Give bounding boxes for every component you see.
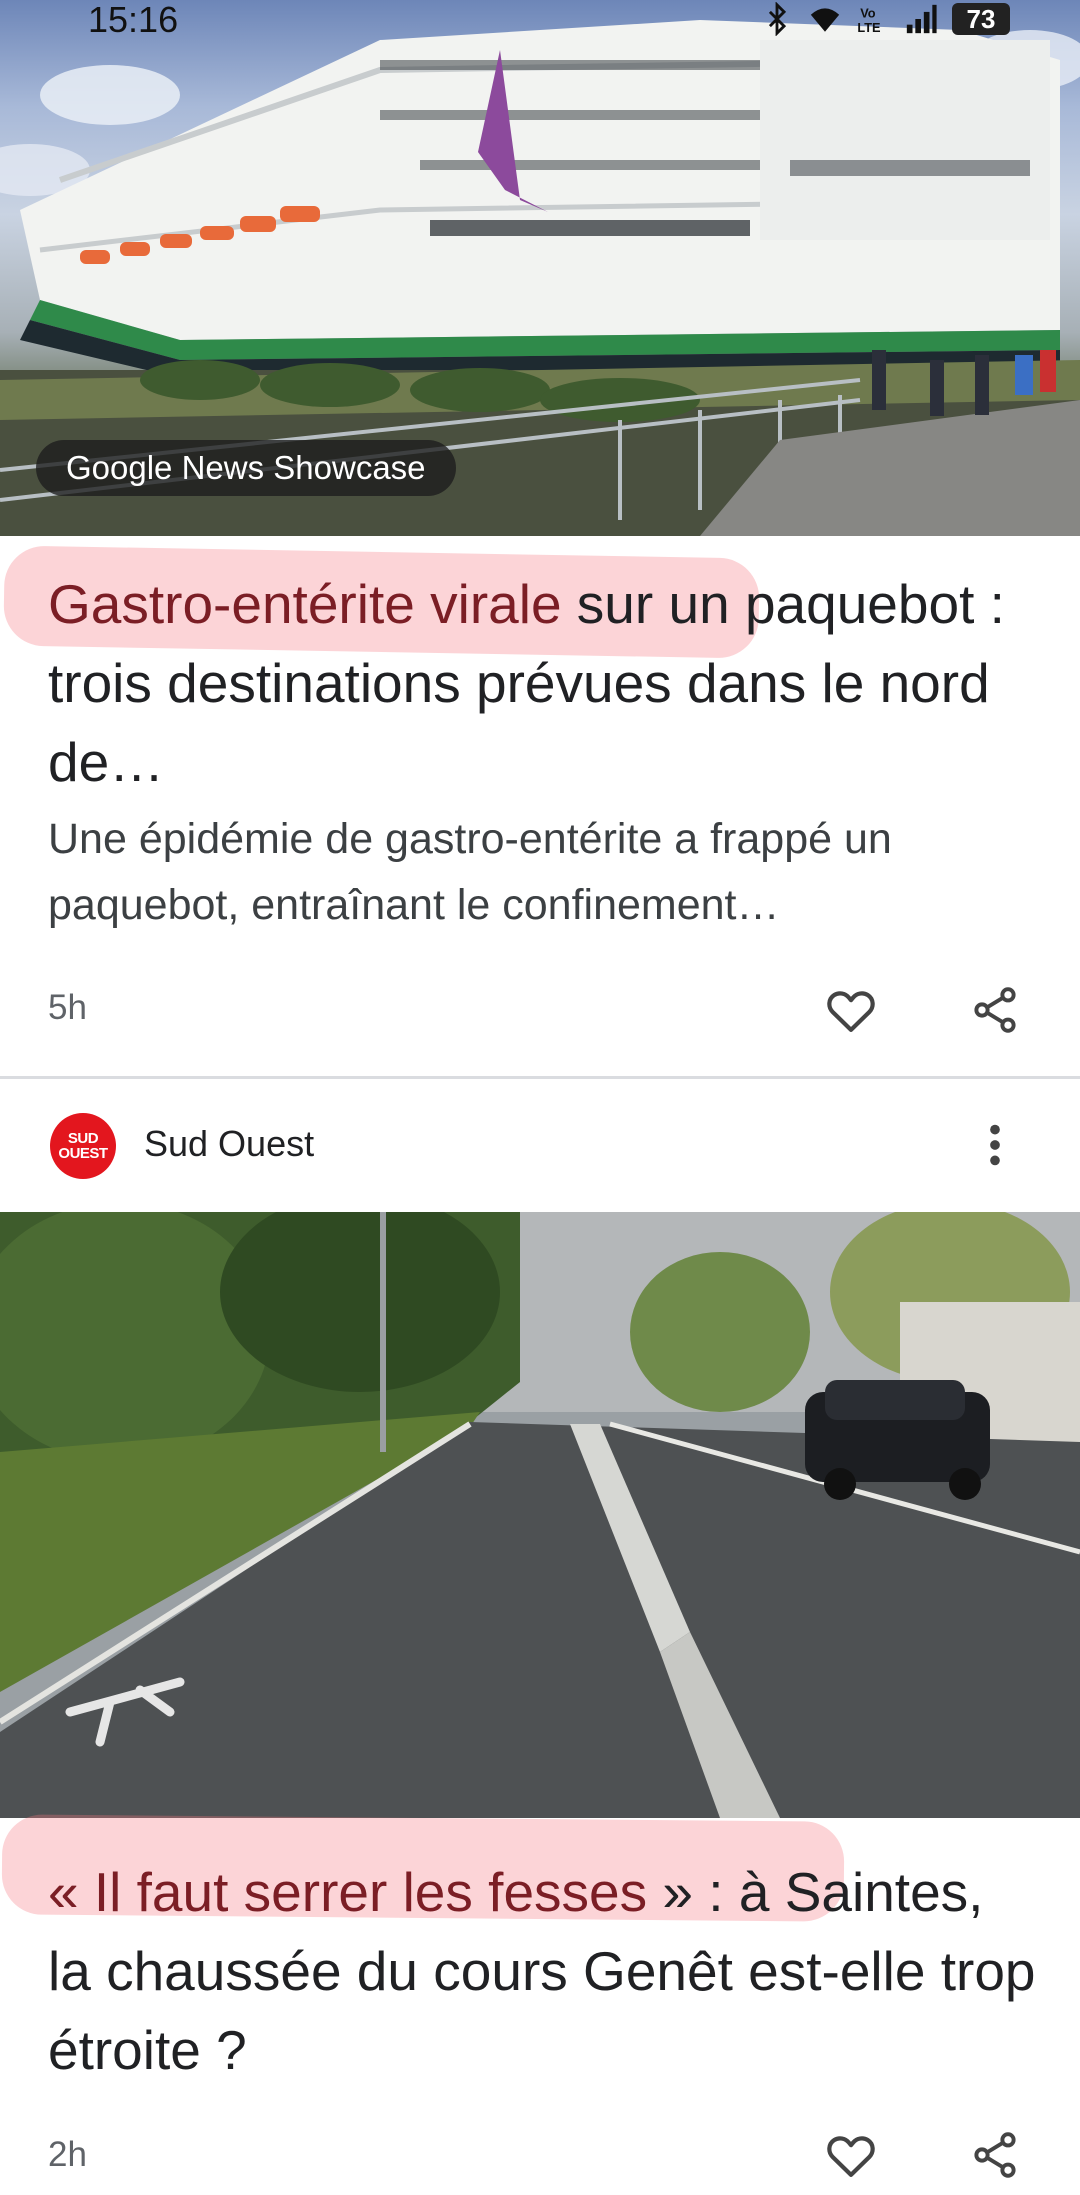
status-time: 15:16 <box>88 0 179 40</box>
share-button[interactable] <box>960 975 1030 1045</box>
svg-text:Vo: Vo <box>860 6 876 21</box>
share-button[interactable] <box>960 2120 1030 2190</box>
like-button[interactable] <box>816 2120 886 2190</box>
article-time: 5h <box>48 988 87 1027</box>
wifi-icon <box>810 8 840 32</box>
bluetooth-icon <box>768 2 787 36</box>
road-illustration <box>0 1212 1080 1818</box>
svg-text:LTE: LTE <box>857 20 880 35</box>
volte-icon: VoLTE <box>857 6 880 35</box>
status-icons: Vo LTE 73 <box>760 2 1010 36</box>
article-headline[interactable]: Gastro-entérite virale sur un paquebot :… <box>48 565 1038 802</box>
like-button[interactable] <box>816 975 886 1045</box>
headline-highlighted-text: « Il faut serrer les fesses <box>48 1861 648 1923</box>
share-icon <box>974 987 1016 1033</box>
status-bar: 15:16 Vo LTE 73 <box>0 0 1080 40</box>
article-time: 2h <box>48 2135 87 2174</box>
heart-icon <box>827 991 875 1032</box>
publisher-logo-line1: SUD <box>67 1130 99 1147</box>
article-image-road[interactable] <box>0 1212 1080 1818</box>
publisher-name[interactable]: Sud Ouest <box>144 1122 314 1166</box>
headline-highlighted-text: Gastro-entérite virale <box>48 573 562 635</box>
signal-icon <box>906 4 937 34</box>
google-news-showcase-badge: Google News Showcase <box>36 440 456 496</box>
more-vert-icon <box>990 1124 1000 1166</box>
more-options-button[interactable] <box>960 1110 1030 1180</box>
battery-icon: 73 <box>952 3 1010 35</box>
card-divider <box>0 1076 1080 1079</box>
publisher-logo-line2: OUEST <box>58 1145 108 1162</box>
publisher-logo[interactable]: SUD OUEST <box>50 1113 116 1179</box>
heart-icon <box>827 2136 875 2177</box>
article-headline[interactable]: « Il faut serrer les fesses » : à Sainte… <box>48 1853 1038 2090</box>
article-snippet: Une épidémie de gastro-entérite a frappé… <box>48 815 892 929</box>
share-icon <box>974 2132 1016 2178</box>
